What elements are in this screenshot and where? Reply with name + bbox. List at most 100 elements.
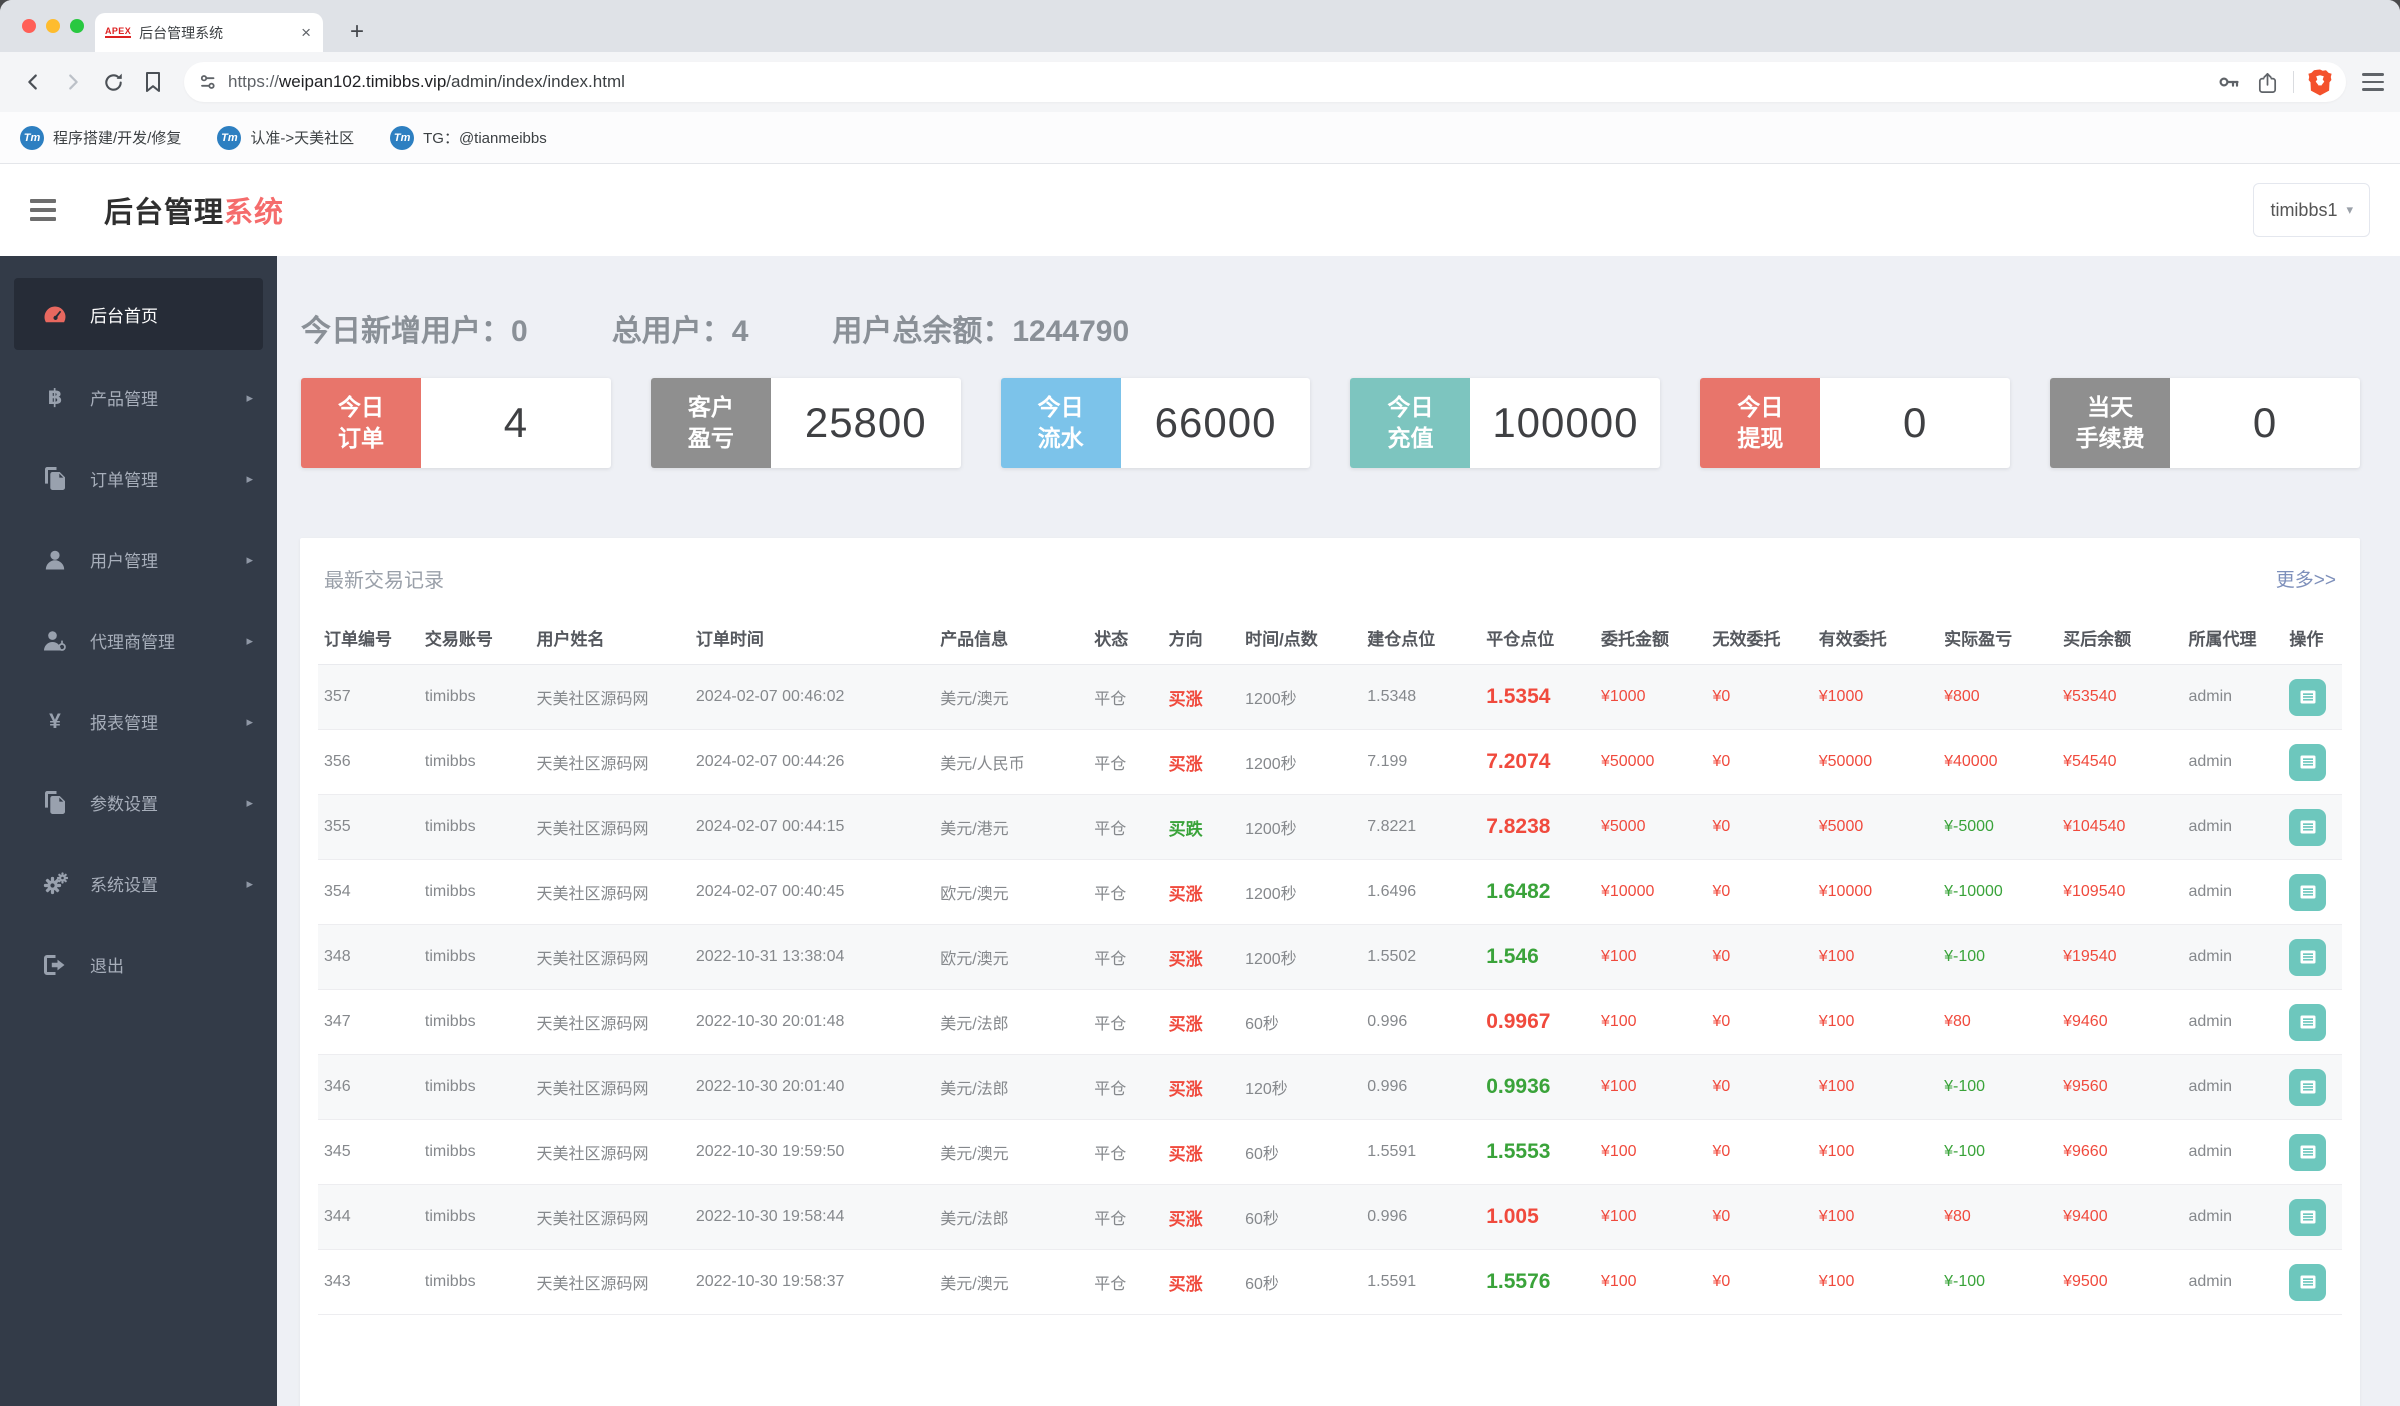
cell-product: 美元/澳元 [934, 664, 1089, 730]
order-detail-button[interactable] [2289, 1003, 2327, 1041]
sidebar-item[interactable]: 用户管理 ▸ [0, 519, 277, 600]
stat-cards: 今日 订单 4 客户 盈亏 25800 今日 流水 66000 今日 充值 10… [301, 378, 2360, 468]
url-bar[interactable]: https://weipan102.timibbs.vip/admin/inde… [184, 62, 2346, 102]
order-detail-button[interactable] [2289, 938, 2327, 976]
order-detail-button[interactable] [2289, 1198, 2327, 1236]
column-header: 时间/点数 [1239, 611, 1362, 665]
order-detail-button[interactable] [2289, 808, 2327, 846]
bookmark-item[interactable]: Tm 认准->天美社区 [217, 125, 354, 150]
cell-open-price: 1.5591 [1361, 1119, 1481, 1185]
cell-duration: 1200秒 [1239, 729, 1362, 795]
logout-icon [42, 954, 68, 975]
back-button[interactable] [16, 65, 50, 99]
column-header: 订单编号 [318, 611, 419, 665]
cell-open-price: 0.996 [1361, 1184, 1481, 1250]
password-key-icon[interactable] [2216, 69, 2242, 95]
forward-button[interactable] [56, 65, 90, 99]
tab-close-icon[interactable]: × [299, 23, 313, 43]
cell-close-price: 7.8238 [1480, 794, 1595, 860]
cell-actions [2283, 989, 2342, 1055]
sidebar: 后台首页 ฿ 产品管理 ▸ 订单管理 ▸ 用户管理 ▸ 代理商管理 ▸ ¥ 报表… [0, 256, 277, 1406]
cell-product: 美元/港元 [934, 794, 1089, 860]
main-area: 后台首页 ฿ 产品管理 ▸ 订单管理 ▸ 用户管理 ▸ 代理商管理 ▸ ¥ 报表… [0, 256, 2400, 1406]
cell-open-price: 1.5502 [1361, 924, 1481, 990]
stat-card: 客户 盈亏 25800 [650, 378, 961, 468]
sidebar-item[interactable]: 系统设置 ▸ [0, 843, 277, 924]
stat-card: 当天 手续费 0 [2050, 378, 2360, 468]
browser-menu-icon[interactable] [2362, 73, 2384, 91]
url-text[interactable]: https://weipan102.timibbs.vip/admin/inde… [228, 72, 2216, 92]
minimize-window-button[interactable] [46, 19, 60, 33]
cell-direction: 买涨 [1162, 989, 1240, 1055]
cell-status: 平仓 [1088, 729, 1163, 795]
stat-card-label: 今日 充值 [1350, 378, 1471, 468]
close-window-button[interactable] [22, 19, 36, 33]
new-tab-button[interactable]: + [342, 18, 372, 46]
sidebar-toggle-icon[interactable] [30, 199, 56, 221]
cell-account: timibbs [418, 989, 531, 1055]
sidebar-item[interactable]: ฿ 产品管理 ▸ [0, 357, 277, 438]
cell-duration: 120秒 [1239, 1054, 1362, 1120]
browser-toolbar: https://weipan102.timibbs.vip/admin/inde… [0, 52, 2400, 112]
order-detail-button[interactable] [2289, 678, 2327, 716]
url-domain: weipan102.timibbs.vip [279, 72, 447, 91]
order-detail-button[interactable] [2289, 1133, 2327, 1171]
stat-card-label-line2: 提现 [1737, 425, 1784, 451]
sidebar-item[interactable]: 订单管理 ▸ [0, 438, 277, 519]
cell-status: 平仓 [1088, 664, 1163, 730]
cell-valid-amount: ¥100 [1812, 924, 1939, 990]
sidebar-item-label: 订单管理 [90, 471, 158, 490]
cell-product: 美元/澳元 [934, 1119, 1089, 1185]
cell-order-id: 355 [318, 794, 419, 860]
cell-profit: ¥-100 [1938, 924, 2058, 990]
cell-agent: admin [2182, 729, 2284, 795]
table-row: 346 timibbs 天美社区源码网 2022-10-30 20:01:40 … [318, 1054, 2342, 1120]
column-header: 操作 [2283, 611, 2342, 665]
fullscreen-window-button[interactable] [70, 19, 84, 33]
cell-close-price: 1.6482 [1480, 859, 1595, 925]
brave-shield-icon[interactable] [2308, 69, 2332, 96]
share-icon[interactable] [2256, 71, 2279, 94]
cell-close-price: 1.5576 [1480, 1249, 1595, 1315]
bookmark-item[interactable]: Tm 程序搭建/开发/修复 [20, 125, 181, 150]
tab-strip: APEX 后台管理系统 × + [0, 0, 2400, 52]
cell-amount: ¥100 [1594, 1119, 1707, 1185]
bookmark-item[interactable]: Tm TG：@tianmeibbs [390, 125, 547, 150]
sidebar-item[interactable]: 退出 [0, 924, 277, 1005]
sidebar-item-label: 用户管理 [90, 552, 158, 571]
sidebar-item[interactable]: ¥ 报表管理 ▸ [0, 681, 277, 762]
chevron-right-icon: ▸ [246, 470, 253, 486]
chevron-right-icon: ▸ [246, 794, 253, 810]
cell-product: 美元/法郎 [934, 989, 1089, 1055]
cell-actions [2283, 1184, 2342, 1250]
panel-title: 最新交易记录 [324, 570, 444, 592]
cell-product: 欧元/澳元 [934, 924, 1089, 990]
tune-icon[interactable] [198, 72, 218, 92]
toolbar-divider [2293, 71, 2294, 93]
cell-user-name: 天美社区源码网 [530, 989, 690, 1055]
cell-account: timibbs [418, 794, 531, 860]
sidebar-item[interactable]: 代理商管理 ▸ [0, 600, 277, 681]
reload-button[interactable] [96, 65, 130, 99]
order-detail-button[interactable] [2289, 1263, 2327, 1301]
cell-direction: 买涨 [1162, 664, 1240, 730]
cell-status: 平仓 [1088, 859, 1163, 925]
cell-profit: ¥-100 [1938, 1249, 2058, 1315]
sidebar-item[interactable]: 后台首页 [14, 278, 263, 350]
order-detail-button[interactable] [2289, 873, 2327, 911]
cell-valid-amount: ¥10000 [1812, 859, 1939, 925]
cell-open-price: 1.5348 [1361, 664, 1481, 730]
browser-tab[interactable]: APEX 后台管理系统 × [95, 13, 323, 52]
dashboard-icon [42, 303, 68, 325]
order-detail-button[interactable] [2289, 743, 2327, 781]
order-detail-button[interactable] [2289, 1068, 2327, 1106]
bitcoin-icon: ฿ [47, 386, 63, 409]
sidebar-item[interactable]: 参数设置 ▸ [0, 762, 277, 843]
cell-valid-amount: ¥100 [1812, 1249, 1939, 1315]
more-link[interactable]: 更多>> [2276, 565, 2336, 592]
cell-order-time: 2022-10-30 20:01:40 [689, 1054, 935, 1120]
user-dropdown[interactable]: timibbs1 ▾ [2253, 183, 2370, 237]
cell-balance: ¥104540 [2057, 794, 2183, 860]
tianmei-favicon-icon: Tm [390, 125, 415, 150]
bookmark-icon[interactable] [136, 65, 170, 99]
